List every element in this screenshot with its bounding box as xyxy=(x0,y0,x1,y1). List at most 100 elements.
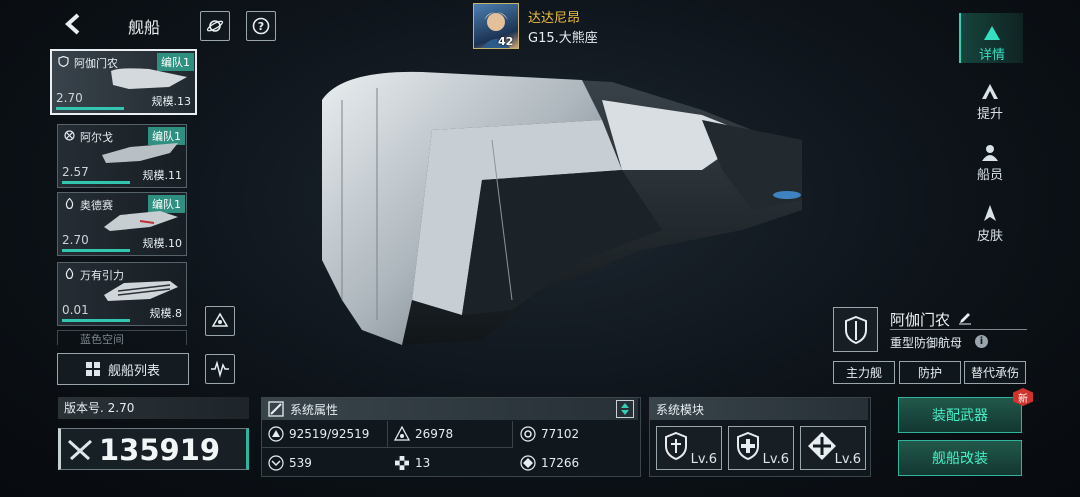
ship-model[interactable] xyxy=(282,60,802,360)
module-level: Lv.6 xyxy=(834,452,861,467)
ship-card-power: 2.57 xyxy=(62,165,89,179)
page-title: 舰船 xyxy=(128,18,161,37)
speed-icon xyxy=(268,455,284,471)
ship-card-scale: 规模.11 xyxy=(142,169,183,182)
formation-button[interactable] xyxy=(205,306,235,336)
ship-card-2[interactable]: 阿尔戈 编队1 2.57 规模.11 xyxy=(57,124,187,188)
svg-text:?: ? xyxy=(258,20,264,33)
armor-icon xyxy=(394,426,410,441)
ship-card-scale: 规模.10 xyxy=(142,237,183,250)
ship-card-bar xyxy=(62,319,130,322)
flame-icon xyxy=(65,268,74,279)
crossed-swords-icon xyxy=(67,439,93,461)
module-level: Lv.6 xyxy=(690,452,717,467)
tab-skin[interactable]: 皮肤 xyxy=(959,194,1021,244)
energy-icon xyxy=(520,455,536,471)
ship-card-1[interactable]: 阿伽门农 编队1 2.70 规模.13 xyxy=(50,49,197,115)
ship-card-scale: 规模.13 xyxy=(151,95,192,108)
divider xyxy=(890,329,1027,330)
ship-tag: 防护 xyxy=(899,361,961,384)
waveform-icon xyxy=(211,360,229,378)
ship-card-5[interactable]: 蓝色空间 xyxy=(57,330,187,345)
ship-thumbnail xyxy=(104,211,178,231)
ship-thumbnail xyxy=(111,68,187,89)
ship-card-3[interactable]: 奥德赛 编队1 2.70 规模.10 xyxy=(57,192,187,256)
tab-label: 提升 xyxy=(976,107,1003,122)
commander-location: G15.大熊座 xyxy=(528,31,598,46)
attributes-icon xyxy=(268,401,284,417)
ship-card-power: 2.70 xyxy=(62,233,89,247)
attributes-title: 系统属性 xyxy=(290,403,339,417)
tab-details[interactable]: 详情 xyxy=(959,13,1023,63)
ship-thumbnail xyxy=(102,143,178,163)
planet-button[interactable] xyxy=(200,11,230,41)
ship-card-power: 0.01 xyxy=(62,303,89,317)
hull-icon xyxy=(268,426,284,442)
back-button[interactable] xyxy=(60,10,86,38)
module-slot-3[interactable]: Lv.6 xyxy=(800,426,866,470)
attribute-energy: 17266 xyxy=(520,455,579,471)
ship-card-name: 蓝色空间 xyxy=(80,333,124,345)
upgrade-icon xyxy=(982,84,998,99)
tab-upgrade[interactable]: 提升 xyxy=(959,72,1021,122)
tab-label: 详情 xyxy=(978,48,1005,63)
info-icon[interactable]: i xyxy=(975,335,988,348)
module-level: Lv.6 xyxy=(762,452,789,467)
formation-icon xyxy=(211,312,229,327)
tab-label: 船员 xyxy=(976,168,1003,183)
attribute-speed: 539 xyxy=(268,455,312,471)
attributes-toggle[interactable] xyxy=(616,400,634,418)
ship-name[interactable]: 阿伽门农 xyxy=(890,309,972,330)
modules-title: 系统模块 xyxy=(656,403,705,417)
ship-card-4[interactable]: 万有引力 0.01 规模.8 xyxy=(57,262,187,326)
ship-card-bar xyxy=(62,181,130,184)
ship-type: 重型防御航母 xyxy=(890,336,963,350)
ship-list-label: 舰船列表 xyxy=(107,363,160,379)
combat-power-box: 135919 xyxy=(58,428,249,470)
module-slot-1[interactable]: Lv.6 xyxy=(656,426,722,470)
tab-label: 皮肤 xyxy=(976,229,1003,244)
flame-icon xyxy=(65,198,74,209)
module-slot-2[interactable]: Lv.6 xyxy=(728,426,794,470)
ship-tag: 主力舰 xyxy=(833,361,895,384)
ship-card-scale: 规模.8 xyxy=(149,307,183,320)
ship-list-button[interactable]: 舰船列表 xyxy=(57,353,189,385)
version-label: 版本号. 2.70 xyxy=(58,397,249,419)
commander-name: 达达尼昂 xyxy=(528,11,581,26)
ship-thumbnail xyxy=(104,281,178,301)
tab-crew[interactable]: 船员 xyxy=(959,133,1021,183)
modules-header: 系统模块 xyxy=(650,398,868,420)
planet-icon xyxy=(206,20,224,32)
flag-icon xyxy=(395,456,409,470)
attribute-shield: 77102 xyxy=(520,426,579,442)
shield-module-icon xyxy=(665,431,687,461)
attributes-panel: 系统属性 92519/92519 26978 77102 539 13 1726… xyxy=(261,397,641,477)
modules-panel: 系统模块 Lv.6 Lv.6 Lv.6 xyxy=(649,397,871,477)
ship-card-bar xyxy=(62,249,130,252)
up-down-arrows-icon xyxy=(621,403,629,415)
grid-icon xyxy=(85,362,100,376)
repair-module-icon xyxy=(737,431,759,461)
commander-level: 42 xyxy=(498,35,514,48)
attribute-flag: 13 xyxy=(394,455,430,471)
question-icon: ? xyxy=(252,17,270,35)
target-icon xyxy=(64,130,75,141)
skin-icon xyxy=(984,205,996,221)
shield-stat-icon xyxy=(520,426,536,442)
shield-icon xyxy=(58,56,69,67)
chevron-left-icon xyxy=(65,13,80,35)
equip-weapons-button[interactable]: 装配武器 xyxy=(898,397,1022,433)
help-button[interactable]: ? xyxy=(246,11,276,41)
shield-icon xyxy=(844,315,867,344)
ship-refit-button[interactable]: 舰船改装 xyxy=(898,440,1022,476)
details-icon xyxy=(984,26,1000,40)
combat-power-value: 135919 xyxy=(99,433,221,467)
signal-button[interactable] xyxy=(205,354,235,384)
attributes-header: 系统属性 xyxy=(262,398,638,420)
ship-card-power: 2.70 xyxy=(56,91,83,105)
attribute-armor: 26978 xyxy=(394,426,453,442)
ship-card-bar xyxy=(56,107,124,110)
edit-pencil-icon[interactable] xyxy=(958,311,972,325)
attribute-hull: 92519/92519 xyxy=(268,426,369,442)
ship-class-badge xyxy=(833,307,878,352)
